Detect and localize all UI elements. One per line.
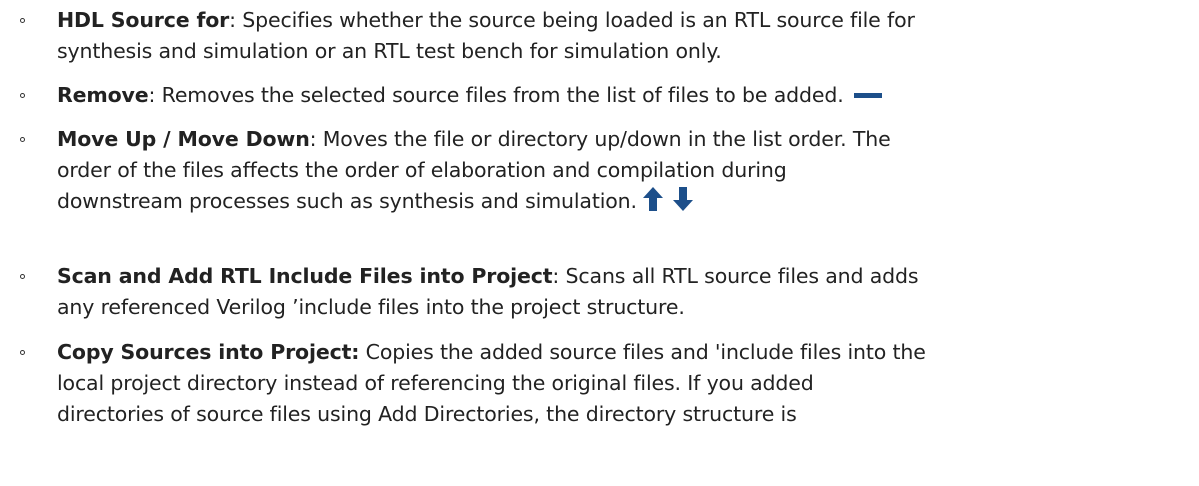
documentation-page: HDL Source for: Specifies whether the so… [0, 0, 1199, 486]
minus-icon [853, 92, 882, 98]
bullet-marker [20, 274, 25, 279]
term-label: HDL Source for [57, 8, 230, 32]
term-label: Remove [57, 83, 149, 107]
bullet-marker [20, 93, 25, 98]
term-label: Scan and Add RTL Include Files into Proj… [57, 264, 553, 288]
term-label: Move Up / Move Down [57, 127, 310, 151]
bullet-marker [20, 137, 25, 142]
term-label: Copy Sources into Project: [57, 340, 360, 364]
description-line: any referenced Verilog ’include files in… [57, 295, 685, 319]
list-item-text: HDL Source for: Specifies whether the so… [57, 5, 1197, 67]
description-line: directories of source files using Add Di… [57, 402, 797, 426]
description-line: order of the files affects the order of … [57, 158, 787, 182]
arrow-up-icon [642, 187, 663, 211]
list-item-text: Move Up / Move Down: Moves the file or d… [57, 124, 1197, 217]
bullet-marker [20, 350, 25, 355]
list-item-text: Remove: Removes the selected source file… [57, 80, 1197, 111]
list-item-text: Copy Sources into Project: Copies the ad… [57, 337, 1197, 430]
arrow-down-icon [672, 187, 693, 211]
term-separator: : [229, 8, 236, 32]
list-item-text: Scan and Add RTL Include Files into Proj… [57, 261, 1197, 323]
bullet-marker [20, 18, 25, 23]
description-line: local project directory instead of refer… [57, 371, 814, 395]
description-line: synthesis and simulation or an RTL test … [57, 39, 722, 63]
description-line: Moves the file or directory up/down in t… [316, 127, 891, 151]
description-line: Copies the added source files and 'inclu… [359, 340, 926, 364]
description-line: Removes the selected source files from t… [155, 83, 844, 107]
description-line: downstream processes such as synthesis a… [57, 189, 637, 213]
description-line: Specifies whether the source being loade… [235, 8, 915, 32]
description-line: Scans all RTL source files and adds [559, 264, 919, 288]
